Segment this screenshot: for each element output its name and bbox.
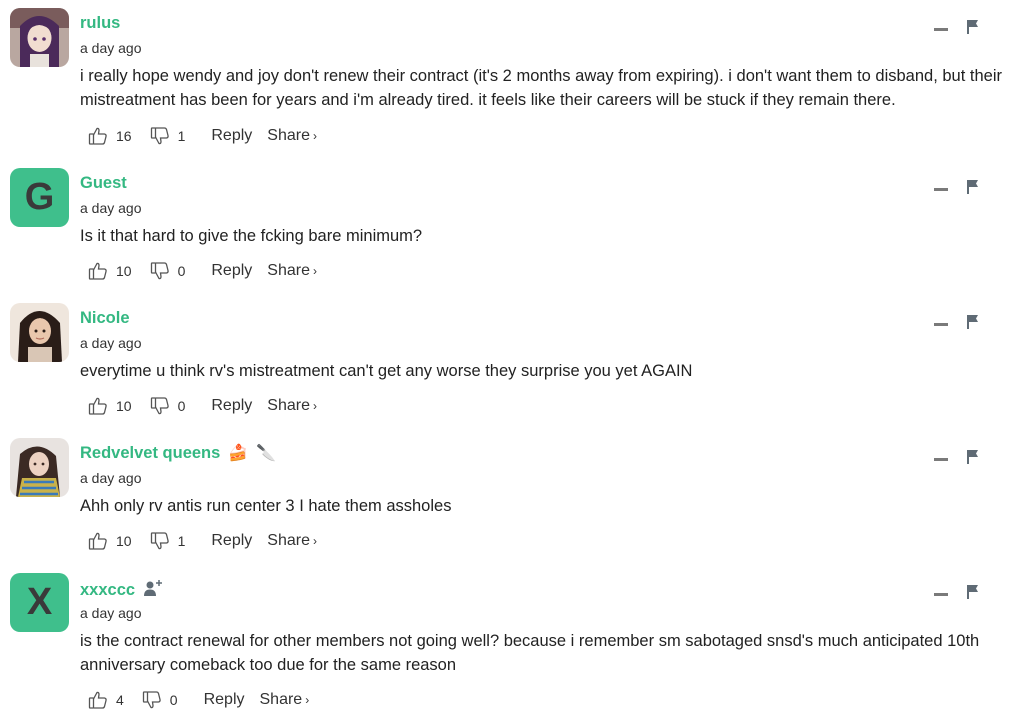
thumbs-down-icon[interactable] xyxy=(150,396,170,416)
thumbs-up-icon[interactable] xyxy=(88,690,108,710)
timestamp[interactable]: a day ago xyxy=(80,335,142,351)
minimize-icon[interactable] xyxy=(934,188,948,191)
like-count: 16 xyxy=(116,128,132,144)
chevron-right-icon: › xyxy=(312,399,317,413)
reply-button[interactable]: Reply xyxy=(211,397,252,415)
like-count: 10 xyxy=(116,398,132,414)
share-label: Share xyxy=(267,397,310,414)
flag-icon[interactable] xyxy=(967,450,979,464)
comment-text: Ahh only rv antis run center 3 I hate th… xyxy=(80,497,452,515)
like-count: 10 xyxy=(116,533,132,549)
comment-actions: 10 0 Reply Share › xyxy=(88,261,317,281)
chevron-right-icon: › xyxy=(305,693,310,707)
dislike-count: 0 xyxy=(177,263,186,279)
flag-icon[interactable] xyxy=(967,180,979,194)
avatar[interactable] xyxy=(10,8,69,67)
chevron-right-icon: › xyxy=(312,534,317,548)
flag-icon[interactable] xyxy=(967,585,979,599)
comment-actions: 4 0 Reply Share › xyxy=(88,690,309,710)
reply-button[interactable]: Reply xyxy=(211,127,252,145)
avatar[interactable] xyxy=(10,438,69,497)
reply-button[interactable]: Reply xyxy=(211,262,252,280)
dislike-count: 1 xyxy=(177,533,186,549)
share-label: Share xyxy=(259,691,303,708)
timestamp[interactable]: a day ago xyxy=(80,470,142,486)
share-button[interactable]: Share › xyxy=(267,127,317,145)
thumbs-down-icon[interactable] xyxy=(150,126,170,146)
thumbs-down-icon[interactable] xyxy=(142,690,162,710)
author-name[interactable]: Guest xyxy=(80,174,127,193)
author-name[interactable]: rulus xyxy=(80,14,120,33)
thumbs-up-icon[interactable] xyxy=(88,531,108,551)
share-button[interactable]: Share › xyxy=(267,262,317,280)
share-button[interactable]: Share › xyxy=(267,532,317,550)
knife-icon: 🔪 xyxy=(256,444,277,462)
timestamp[interactable]: a day ago xyxy=(80,200,142,216)
comment-text: everytime u think rv's mistreatment can'… xyxy=(80,362,693,380)
reply-button[interactable]: Reply xyxy=(204,691,245,709)
dislike-count: 0 xyxy=(169,692,178,708)
thumbs-down-icon[interactable] xyxy=(150,531,170,551)
flag-icon[interactable] xyxy=(967,20,979,34)
comment-text: Is it that hard to give the fcking bare … xyxy=(80,227,423,245)
share-label: Share xyxy=(267,262,310,279)
comment-actions: 16 1 Reply Share › xyxy=(88,126,317,146)
comment-text: i really hope wendy and joy don't renew … xyxy=(80,67,1003,109)
dislike-count: 1 xyxy=(177,128,186,144)
chevron-right-icon: › xyxy=(312,264,317,278)
share-label: Share xyxy=(267,532,310,549)
thumbs-up-icon[interactable] xyxy=(88,261,108,281)
author-name[interactable]: xxxccc xyxy=(80,581,135,600)
user-plus-icon xyxy=(143,579,163,601)
share-button[interactable]: Share › xyxy=(267,397,317,415)
comment-actions: 10 0 Reply Share › xyxy=(88,396,317,416)
like-count: 4 xyxy=(116,692,124,708)
author-name[interactable]: Nicole xyxy=(80,309,130,328)
avatar[interactable]: X xyxy=(10,573,69,632)
comment-actions: 10 1 Reply Share › xyxy=(88,531,317,551)
author-name[interactable]: Redvelvet queens xyxy=(80,444,220,463)
thumbs-up-icon[interactable] xyxy=(88,396,108,416)
like-count: 10 xyxy=(116,263,132,279)
reply-button[interactable]: Reply xyxy=(211,532,252,550)
share-label: Share xyxy=(267,127,310,144)
minimize-icon[interactable] xyxy=(934,593,948,596)
minimize-icon[interactable] xyxy=(934,28,948,31)
thumbs-up-icon[interactable] xyxy=(88,126,108,146)
timestamp[interactable]: a day ago xyxy=(80,40,142,56)
avatar[interactable]: G xyxy=(10,168,69,227)
thumbs-down-icon[interactable] xyxy=(150,261,170,281)
cake-icon: 🍰 xyxy=(228,444,249,462)
avatar[interactable] xyxy=(10,303,69,362)
minimize-icon[interactable] xyxy=(934,323,948,326)
flag-icon[interactable] xyxy=(967,315,979,329)
chevron-right-icon: › xyxy=(312,129,317,143)
minimize-icon[interactable] xyxy=(934,458,948,461)
share-button[interactable]: Share › xyxy=(260,691,310,709)
comment-text: is the contract renewal for other member… xyxy=(80,632,980,674)
dislike-count: 0 xyxy=(177,398,186,414)
timestamp[interactable]: a day ago xyxy=(80,605,142,621)
